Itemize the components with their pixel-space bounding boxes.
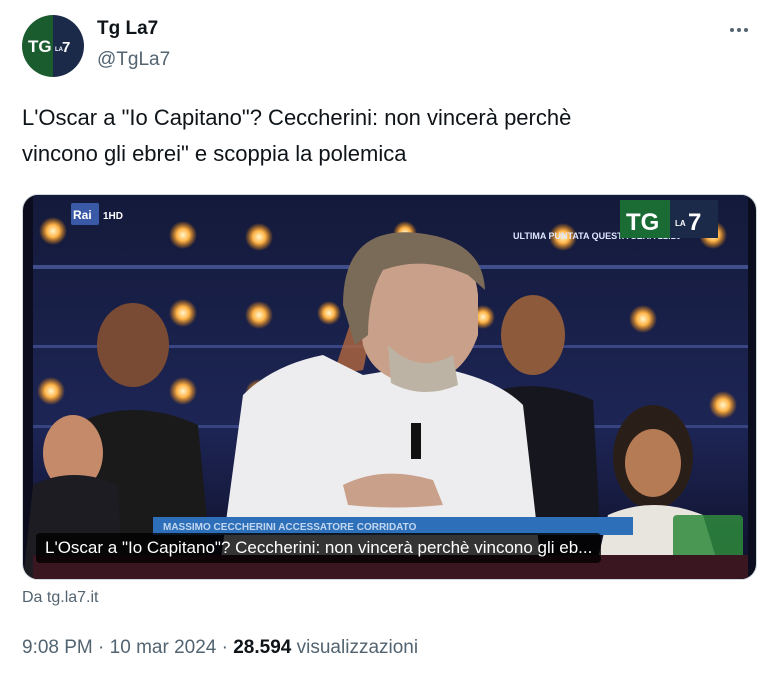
tweet-text: L'Oscar a "Io Capitano"? Ceccherini: non… [22,100,722,172]
tweet-text-line: L'Oscar a "Io Capitano"? Ceccherini: non… [22,105,572,130]
avatar[interactable]: TG LA 7 [22,15,84,77]
tweet-date[interactable]: 10 mar 2024 [110,637,217,658]
la-logo-text: LA [675,219,686,228]
avatar-logo-number: 7 [62,39,70,56]
link-card[interactable]: Rai 1HD ULTIMA PUNTATA QUESTA SERA 21:20… [22,194,757,580]
author-name[interactable]: Tg La7 [97,18,158,40]
more-dot [744,28,748,32]
seven-logo-text: 7 [688,209,701,236]
video-thumbnail: Rai 1HD ULTIMA PUNTATA QUESTA SERA 21:20… [23,195,756,579]
more-dot [730,28,734,32]
avatar-logo-text: TG [28,37,52,56]
tg-logo-text: TG [626,209,659,236]
meta-separator: · [98,637,105,658]
meta-separator: · [221,637,228,658]
card-domain[interactable]: Da tg.la7.it [22,589,98,607]
tweet-meta: 9:08 PM · 10 mar 2024 · 28.594 visualizz… [22,637,418,659]
card-title[interactable]: L'Oscar a "Io Capitano"? Ceccherini: non… [36,533,602,563]
more-dot [737,28,741,32]
lower-third-text: MASSIMO CECCHERINI ACCESSATORE CORRIDATO [163,522,417,533]
tweet-time[interactable]: 9:08 PM [22,637,93,658]
views-label: visualizzazioni [296,637,419,658]
svg-text:1HD: 1HD [103,211,123,222]
author-handle[interactable]: @TgLa7 [97,49,170,71]
more-horizontal-icon[interactable] [724,20,754,40]
views-count: 28.594 [233,637,292,658]
tweet-text-line: vincono gli ebrei" e scoppia la polemica [22,141,407,166]
svg-text:Rai: Rai [73,208,92,222]
